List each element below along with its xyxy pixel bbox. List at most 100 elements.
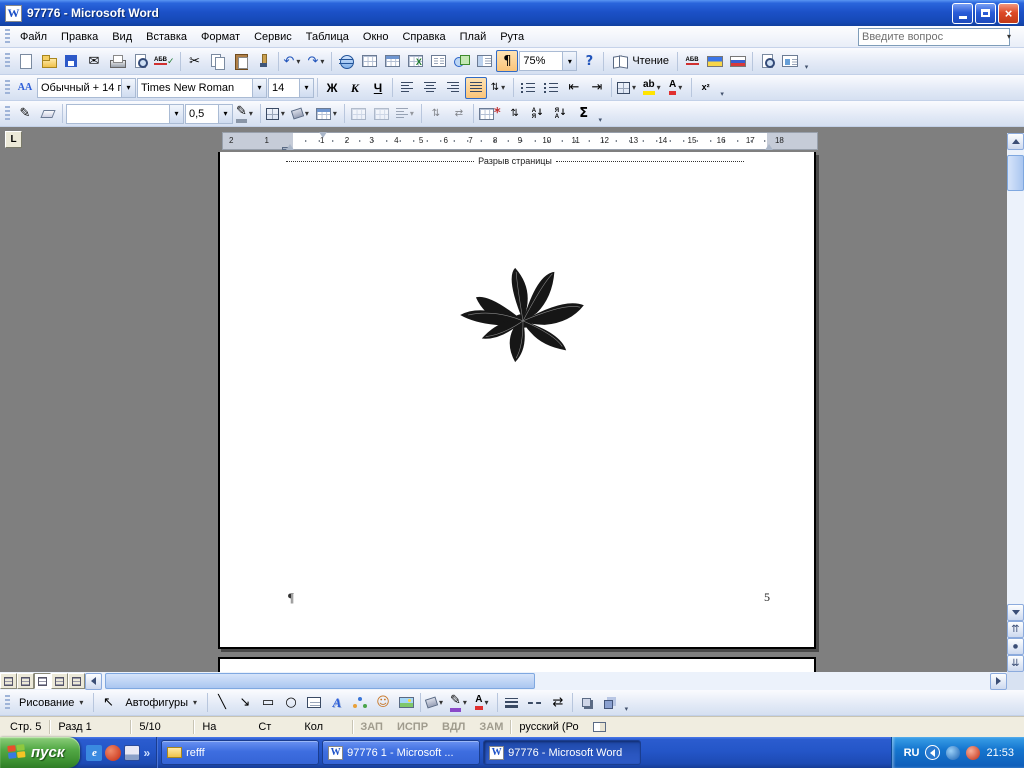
line-tool-button[interactable]: ╲ — [211, 692, 233, 714]
toolbar-options-button[interactable] — [803, 51, 810, 71]
toolbar-grip[interactable] — [5, 694, 10, 711]
outline-view-button[interactable] — [51, 673, 68, 689]
task-word-document-1[interactable]: W 97776 1 - Microsoft ... — [322, 740, 481, 765]
insert-table-button[interactable] — [381, 50, 403, 72]
hidden-icons-button[interactable] — [925, 745, 941, 760]
cell-alignment-button[interactable] — [394, 103, 418, 125]
clock[interactable]: 21:53 — [986, 747, 1014, 759]
align-center-button[interactable] — [419, 77, 441, 99]
tray-icon[interactable] — [966, 745, 981, 760]
tab-stop-selector[interactable]: L — [5, 131, 22, 148]
next-page-button[interactable]: ⇊ — [1007, 655, 1024, 672]
line-weight-combo[interactable]: 0,5 — [185, 103, 233, 124]
toolbar-options-button[interactable] — [719, 78, 726, 98]
draw-table-button[interactable]: ✎ — [14, 103, 36, 125]
translate-to-ukrainian-button[interactable] — [704, 50, 726, 72]
vertical-scroll-track[interactable] — [1007, 150, 1024, 604]
vertical-scroll-thumb[interactable] — [1007, 155, 1024, 191]
highlight-button[interactable]: ab — [641, 77, 665, 99]
justify-button[interactable] — [465, 76, 487, 99]
plai-preview-button[interactable] — [756, 50, 778, 72]
web-layout-view-button[interactable] — [17, 673, 34, 689]
dropdown-arrow-icon[interactable] — [461, 698, 469, 707]
drawing-toolbar-button[interactable] — [450, 50, 472, 72]
first-line-indent-marker[interactable] — [319, 132, 327, 138]
dropdown-arrow-icon[interactable] — [655, 83, 663, 92]
menu-item[interactable]: Файл — [13, 27, 54, 47]
threed-style-button[interactable] — [599, 692, 621, 714]
undo-button[interactable]: ↶ — [282, 50, 305, 72]
drawing-menu-button[interactable]: Рисование — [14, 692, 90, 714]
toolbar-options-button[interactable] — [623, 693, 630, 713]
menu-item[interactable]: Таблица — [299, 27, 356, 47]
menu-item[interactable]: Формат — [194, 27, 247, 47]
combo-arrow-icon[interactable] — [169, 104, 183, 123]
translate-to-russian-button[interactable] — [727, 50, 749, 72]
print-layout-view-button[interactable] — [34, 673, 51, 689]
distribute-rows-button[interactable]: ⇅ — [425, 103, 447, 125]
previous-page-button[interactable]: ⇈ — [1007, 621, 1024, 638]
combo-arrow-icon[interactable] — [299, 78, 313, 97]
plai-dictionary-button[interactable] — [779, 50, 801, 72]
minimize-button[interactable] — [952, 2, 973, 24]
combo-arrow-icon[interactable] — [252, 78, 266, 97]
fill-color-button[interactable] — [424, 692, 447, 714]
ask-question-box[interactable] — [858, 27, 1010, 46]
quick-launch-icon[interactable] — [105, 744, 122, 761]
align-right-button[interactable] — [442, 77, 464, 99]
document-map-button[interactable] — [473, 50, 495, 72]
hanging-indent-marker[interactable] — [286, 144, 294, 150]
menu-item[interactable]: Окно — [356, 27, 396, 47]
dropdown-arrow-icon[interactable] — [294, 57, 302, 66]
status-toggle[interactable]: ВДЛ — [435, 721, 472, 733]
ruta-spelling-button[interactable]: АБВ — [681, 50, 703, 72]
horizontal-scroll-track[interactable] — [103, 673, 989, 689]
insert-picture-button[interactable] — [395, 692, 417, 714]
italic-button[interactable]: К — [344, 77, 366, 99]
table-autoformat-button[interactable]: * — [477, 103, 503, 125]
combo-arrow-icon[interactable] — [562, 52, 577, 70]
dash-style-button[interactable] — [524, 692, 546, 714]
close-button[interactable]: × — [998, 2, 1019, 24]
distribute-columns-button[interactable]: ⇄ — [448, 103, 470, 125]
diagram-button[interactable] — [349, 692, 371, 714]
question-input[interactable] — [859, 30, 1007, 43]
spelling-status-icon[interactable] — [592, 722, 606, 732]
shading-color-button[interactable] — [290, 103, 313, 125]
internet-explorer-icon[interactable]: e — [86, 744, 103, 761]
sort-ascending-button[interactable]: АЯ ↓ — [527, 103, 549, 125]
font-color-button[interactable]: А — [666, 77, 688, 99]
bulleted-list-button[interactable] — [540, 77, 562, 99]
style-combo[interactable]: Обычный + 14 г — [37, 77, 136, 98]
rectangle-tool-button[interactable]: ▭ — [257, 692, 279, 714]
arrow-tool-button[interactable]: ↘ — [234, 692, 256, 714]
line-color-button[interactable]: ✎ — [448, 692, 471, 714]
borders-button[interactable] — [264, 103, 289, 125]
toolbar-options-button[interactable] — [597, 104, 604, 124]
restore-button[interactable] — [975, 2, 996, 24]
task-refff[interactable]: refff — [161, 740, 320, 765]
open-button[interactable] — [37, 50, 59, 72]
dropdown-arrow-icon[interactable] — [318, 57, 326, 66]
show-desktop-icon[interactable] — [124, 744, 141, 761]
status-toggle[interactable]: ИСПР — [390, 721, 435, 733]
insert-table-menu-button[interactable] — [314, 103, 341, 125]
combo-arrow-icon[interactable] — [121, 78, 135, 97]
zoom-combo[interactable]: 75% — [519, 51, 578, 71]
shadow-style-button[interactable] — [576, 692, 598, 714]
scroll-down-button[interactable] — [1007, 604, 1024, 621]
word-app-icon[interactable]: W — [5, 4, 22, 22]
toolbar-grip[interactable] — [5, 53, 10, 69]
menu-item[interactable]: Вид — [105, 27, 139, 47]
bold-button[interactable]: Ж — [321, 77, 343, 99]
columns-button[interactable] — [427, 50, 449, 72]
dropdown-arrow-icon[interactable] — [676, 83, 684, 92]
dropdown-arrow-icon[interactable] — [331, 109, 339, 118]
tables-and-borders-button[interactable] — [358, 50, 380, 72]
autosum-button[interactable]: Σ — [573, 103, 595, 125]
arrow-style-button[interactable]: ⇄ — [547, 692, 569, 714]
text-box-button[interactable] — [303, 692, 325, 714]
oval-tool-button[interactable]: ○ — [280, 692, 302, 714]
right-indent-marker[interactable] — [765, 144, 773, 150]
next-page-top[interactable] — [218, 657, 816, 672]
